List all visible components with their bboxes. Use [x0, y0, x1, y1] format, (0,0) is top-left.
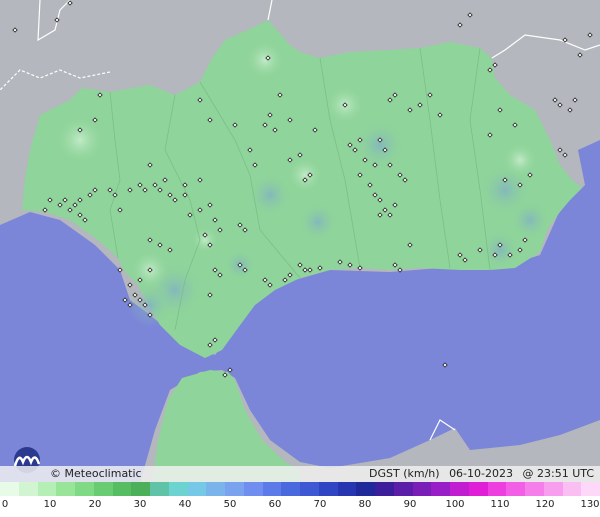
legend-tick-label: 100 [445, 499, 465, 510]
legend-color-swatch [93, 482, 113, 496]
legend-color-bar [0, 482, 600, 496]
legend-color-swatch [131, 482, 150, 496]
time-label: @ 23:51 UTC [522, 467, 595, 480]
legend-color-swatch [450, 482, 469, 496]
legend-tick-label: 30 [133, 499, 147, 510]
legend-color-swatch [168, 482, 188, 496]
legend-tick-label: 10 [43, 499, 57, 510]
legend-color-swatch [525, 482, 544, 496]
legend-color-swatch [56, 482, 75, 496]
legend-color-swatch [262, 482, 282, 496]
legend-color-swatch [37, 482, 57, 496]
legend-tick-label: 50 [223, 499, 237, 510]
legend-color-swatch [281, 482, 300, 496]
legend-ticks: 0 10 20 30 40 50 60 70 80 90 100 110 120 130 [0, 497, 600, 517]
legend-color-swatch [0, 482, 19, 496]
legend-tick-label: 110 [490, 499, 510, 510]
color-legend: 0 10 20 30 40 50 60 70 80 90 100 110 120 130 [0, 482, 600, 517]
legend-tick-label: 20 [88, 499, 102, 510]
brand-credit: © Meteoclimatic [50, 467, 142, 480]
date-label: 06-10-2023 [449, 467, 513, 480]
map[interactable] [0, 0, 600, 483]
info-bar: © Meteoclimatic DGST (km/h) 06-10-2023 @… [0, 466, 600, 482]
legend-color-swatch [375, 482, 394, 496]
legend-color-swatch [431, 482, 450, 496]
variable-label: DGST (km/h) [369, 467, 440, 480]
legend-color-swatch [243, 482, 263, 496]
legend-tick-label: 60 [268, 499, 282, 510]
legend-color-swatch [487, 482, 507, 496]
legend-color-swatch [18, 482, 38, 496]
legend-tick-label: 70 [313, 499, 327, 510]
legend-color-swatch [506, 482, 525, 496]
legend-tick-label: 120 [535, 499, 555, 510]
legend-color-swatch [543, 482, 563, 496]
legend-color-swatch [112, 482, 132, 496]
legend-color-swatch [356, 482, 375, 496]
legend-color-swatch [468, 482, 488, 496]
legend-tick-label: 80 [358, 499, 372, 510]
legend-color-swatch [225, 482, 244, 496]
legend-color-swatch [562, 482, 582, 496]
legend-color-swatch [206, 482, 225, 496]
legend-color-swatch [300, 482, 319, 496]
legend-tick-label: 40 [178, 499, 192, 510]
timestamp-label: DGST (km/h) 06-10-2023 @ 23:51 UTC [363, 467, 594, 480]
legend-color-swatch [318, 482, 338, 496]
legend-color-swatch [337, 482, 357, 496]
legend-color-swatch [393, 482, 413, 496]
map-canvas [0, 0, 600, 483]
legend-color-swatch [412, 482, 432, 496]
legend-tick-label: 130 [580, 499, 600, 510]
legend-tick-label: 90 [403, 499, 417, 510]
legend-color-swatch [150, 482, 169, 496]
legend-tick-label: 0 [1, 499, 9, 510]
legend-color-swatch [581, 482, 600, 496]
legend-color-swatch [75, 482, 94, 496]
legend-color-swatch [187, 482, 207, 496]
